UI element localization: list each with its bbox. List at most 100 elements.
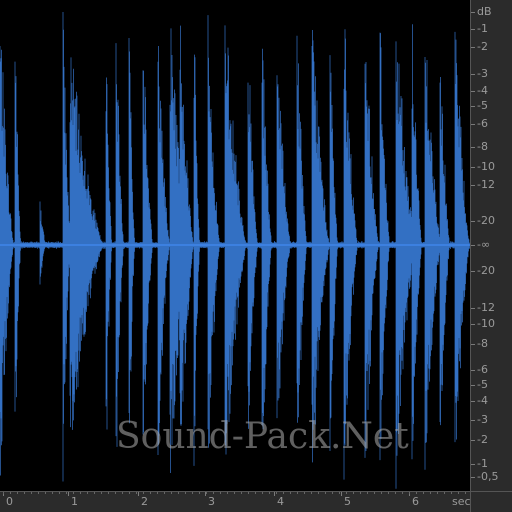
db-ruler-tick [471,47,475,48]
time-ruler-minor-tick [66,492,67,494]
time-ruler-minor-tick [178,492,179,494]
time-unit-label: sec [452,495,471,508]
time-ruler-minor-tick [227,492,228,494]
db-ruler-tick [471,344,475,345]
time-ruler-label: 4 [277,495,284,508]
time-ruler-minor-tick [290,492,291,494]
time-ruler-minor-tick [115,492,116,494]
db-ruler-label: -20 [477,214,495,227]
time-ruler-minor-tick [143,492,144,494]
time-ruler-minor-tick [150,492,151,494]
time-ruler-minor-tick [332,492,333,494]
db-ruler-tick [471,167,475,168]
time-ruler-minor-tick [297,492,298,494]
waveform-display[interactable] [0,0,470,491]
time-ruler-minor-tick [458,492,459,494]
time-ruler-minor-tick [402,492,403,494]
time-ruler-minor-tick [241,492,242,494]
db-ruler-label: -2 [477,40,488,53]
time-ruler-minor-tick [304,492,305,494]
time-ruler-minor-tick [108,492,109,494]
db-ruler-tick [471,185,475,186]
time-ruler-minor-tick [444,492,445,494]
db-ruler-tick [471,221,475,222]
db-ruler-tick [471,91,475,92]
time-ruler-minor-tick [129,492,130,494]
time-ruler-minor-tick [157,492,158,494]
time-ruler-minor-tick [395,492,396,494]
time-ruler-minor-tick [255,492,256,494]
time-ruler-minor-tick [276,492,277,494]
db-ruler-tick [471,271,475,272]
time-ruler-minor-tick [248,492,249,494]
time-ruler-minor-tick [220,492,221,494]
waveform-trace [0,12,470,489]
time-ruler-minor-tick [73,492,74,494]
time-ruler-minor-tick [31,492,32,494]
db-unit-label: dB [477,5,492,18]
db-ruler-tick [471,106,475,107]
db-ruler-label: -8 [477,140,488,153]
time-ruler-minor-tick [283,492,284,494]
db-ruler-tick [471,464,475,465]
time-ruler-minor-tick [213,492,214,494]
time-ruler-minor-tick [199,492,200,494]
time-ruler-minor-tick [101,492,102,494]
time-ruler-minor-tick [388,492,389,494]
time-ruler-minor-tick [164,492,165,494]
time-ruler-minor-tick [38,492,39,494]
db-ruler-label: -6 [477,363,488,376]
time-ruler-tick [68,492,69,496]
db-ruler-label: -1 [477,457,488,470]
db-ruler-tick [471,308,475,309]
time-ruler-minor-tick [318,492,319,494]
db-ruler-tick [471,401,475,402]
db-ruler-tick [471,385,475,386]
time-ruler-label: 2 [141,495,148,508]
db-ruler-label: -12 [477,178,495,191]
db-ruler-tick [471,370,475,371]
audio-editor: dB -1 -2 -3 -4 -5 -6 -8 -10 -12 -20 -∞ -20 -12 -10 -8 -6… [0,0,512,512]
db-ruler-label: -6 [477,117,488,130]
time-ruler-minor-tick [374,492,375,494]
time-ruler-minor-tick [423,492,424,494]
time-ruler-label: 6 [412,495,419,508]
time-ruler-minor-tick [346,492,347,494]
ruler-corner [470,491,512,512]
time-ruler-minor-tick [437,492,438,494]
time-ruler-tick [274,492,275,496]
time-ruler-minor-tick [311,492,312,494]
db-ruler-label: -4 [477,394,488,407]
waveform-canvas[interactable] [0,0,470,491]
time-ruler-label: 1 [71,495,78,508]
db-ruler-label: -5 [477,99,488,112]
time-ruler-minor-tick [353,492,354,494]
time-ruler-minor-tick [430,492,431,494]
time-ruler-minor-tick [325,492,326,494]
db-ruler-tick [471,124,475,125]
time-ruler-tick [138,492,139,496]
db-ruler-tick [471,29,475,30]
time-ruler-minor-tick [10,492,11,494]
time-ruler-minor-tick [94,492,95,494]
time-ruler-minor-tick [339,492,340,494]
time-ruler-minor-tick [409,492,410,494]
db-ruler-label: -3 [477,413,488,426]
db-ruler-label: -2 [477,433,488,446]
db-ruler-label: -20 [477,264,495,277]
db-ruler-tick [471,324,475,325]
time-ruler-minor-tick [367,492,368,494]
time-ruler-label: 3 [208,495,215,508]
time-ruler-label: 0 [6,495,13,508]
db-ruler-label: -5 [477,378,488,391]
db-ruler-label: -1 [477,22,488,35]
time-ruler-minor-tick [381,492,382,494]
time-ruler-minor-tick [17,492,18,494]
time-ruler-minor-tick [52,492,53,494]
time-ruler-minor-tick [360,492,361,494]
db-ruler-label: -12 [477,301,495,314]
time-ruler-minor-tick [59,492,60,494]
time-ruler-minor-tick [3,492,4,494]
time-ruler-minor-tick [80,492,81,494]
db-ruler-tick [471,245,475,246]
